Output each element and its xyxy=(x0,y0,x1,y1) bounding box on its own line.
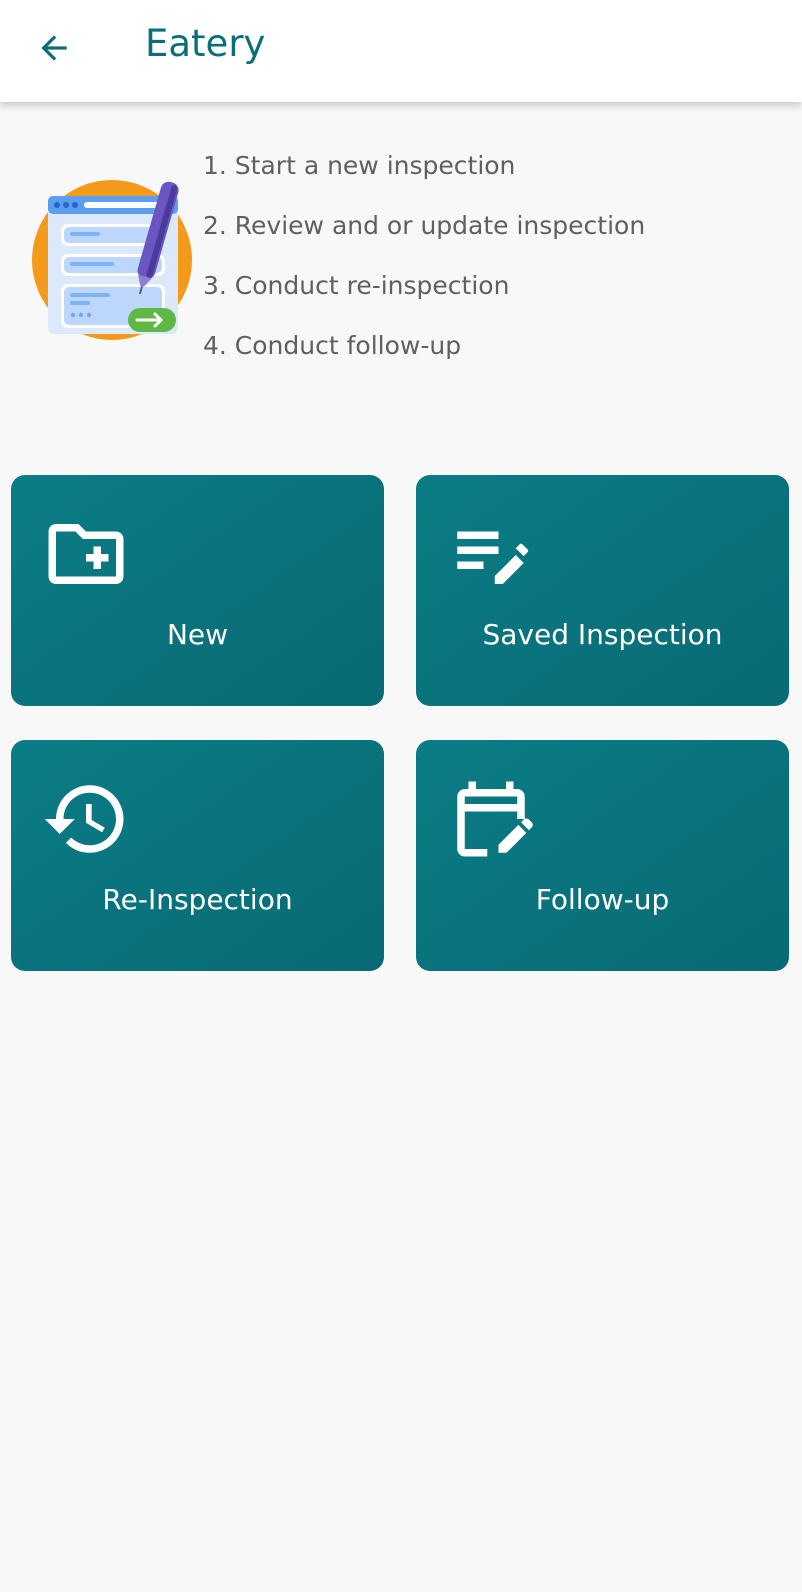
instruction-step: 3. Conduct re-inspection xyxy=(203,271,510,300)
back-button[interactable] xyxy=(30,24,78,72)
inspection-form-illustration xyxy=(28,174,200,346)
arrow-back-icon xyxy=(41,35,67,61)
history-icon xyxy=(44,785,124,853)
follow-up-button[interactable]: Follow-up xyxy=(416,740,789,971)
re-inspection-label: Re-Inspection xyxy=(102,883,293,916)
edit-list-icon xyxy=(457,531,529,584)
instruction-list: 1. Start a new inspection 2. Review and … xyxy=(203,146,645,386)
saved-inspection-button[interactable]: Saved Inspection xyxy=(416,475,789,706)
new-inspection-button[interactable]: New xyxy=(11,475,384,706)
new-inspection-label: New xyxy=(166,618,229,651)
instruction-step: 2. Review and or update inspection xyxy=(203,211,646,240)
instruction-step: 4. Conduct follow-up xyxy=(203,331,462,360)
app-bar: Eatery xyxy=(0,0,802,102)
calendar-edit-icon xyxy=(457,781,533,857)
hero-section: 1. Start a new inspection 2. Review and … xyxy=(0,102,802,402)
instruction-step: 1. Start a new inspection xyxy=(203,151,516,180)
saved-inspection-label: Saved Inspection xyxy=(482,618,723,651)
follow-up-label: Follow-up xyxy=(535,883,670,916)
re-inspection-button[interactable]: Re-Inspection xyxy=(11,740,384,971)
folder-add-icon xyxy=(48,524,124,584)
page-title: Eatery xyxy=(145,22,266,65)
